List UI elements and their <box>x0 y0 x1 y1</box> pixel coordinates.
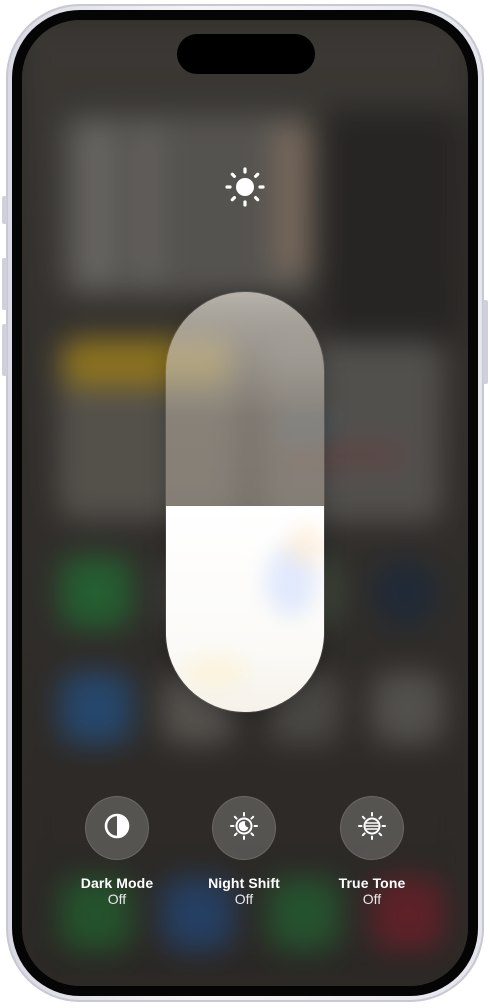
volume-down-button <box>2 324 7 376</box>
dynamic-island <box>177 34 315 74</box>
night-shift-button[interactable] <box>212 796 276 860</box>
volume-up-button <box>2 258 7 310</box>
phone-screen: Dark Mode Off Night Shift Off True Tone … <box>22 20 468 986</box>
sun-brightness-icon <box>222 164 268 210</box>
dark-mode-icon <box>102 811 132 846</box>
night-shift-control: Night Shift Off <box>184 796 304 907</box>
dark-mode-control: Dark Mode Off <box>57 796 177 907</box>
dark-mode-label: Dark Mode <box>80 875 154 891</box>
night-shift-icon <box>228 810 260 847</box>
true-tone-icon <box>356 810 388 847</box>
true-tone-control: True Tone Off <box>312 796 432 907</box>
true-tone-label: True Tone <box>338 875 406 891</box>
true-tone-button[interactable] <box>340 796 404 860</box>
dark-mode-button[interactable] <box>85 796 149 860</box>
brightness-slider-fill <box>166 506 324 712</box>
action-button <box>2 196 7 224</box>
night-shift-state: Off <box>234 891 254 907</box>
power-button <box>483 300 488 384</box>
true-tone-state: Off <box>362 891 382 907</box>
brightness-slider[interactable] <box>166 292 324 712</box>
night-shift-label: Night Shift <box>208 875 280 891</box>
dark-mode-state: Off <box>107 891 127 907</box>
